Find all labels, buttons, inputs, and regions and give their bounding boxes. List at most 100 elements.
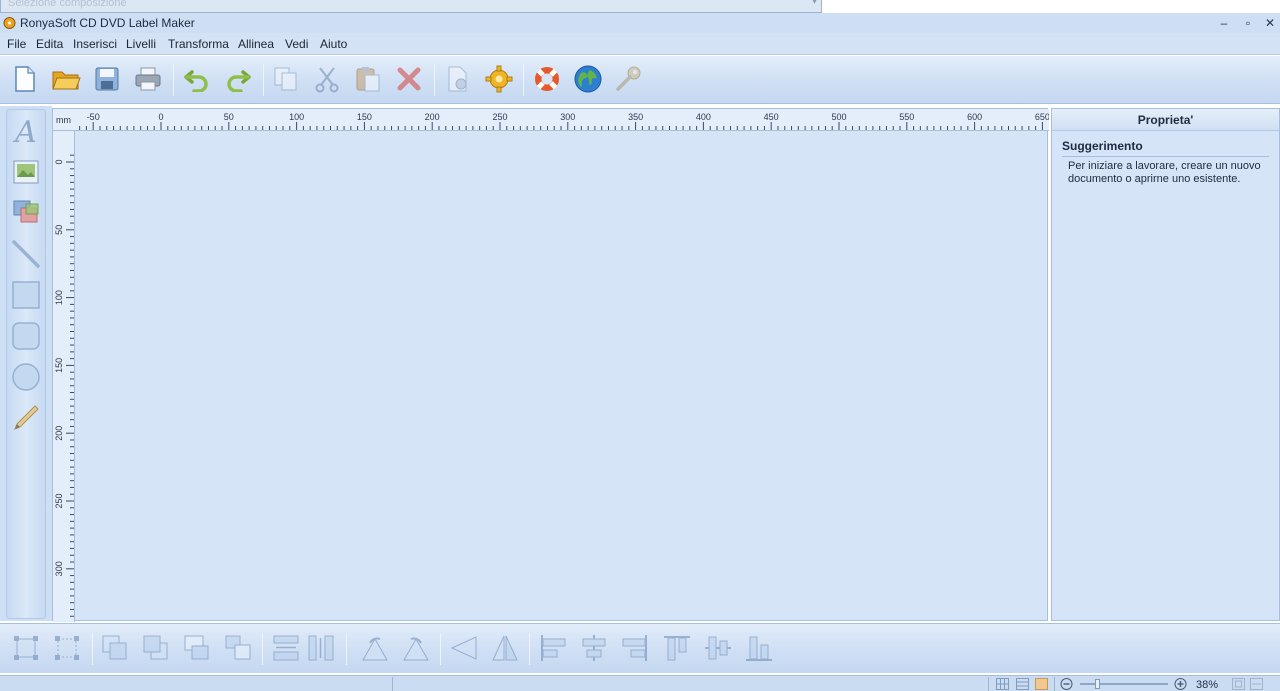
- new-document-icon[interactable]: [8, 62, 42, 96]
- send-backward-icon[interactable]: [220, 631, 256, 665]
- insert-background-icon[interactable]: [8, 196, 44, 230]
- zoom-slider-track[interactable]: [1080, 683, 1168, 685]
- paste-icon[interactable]: [351, 62, 385, 96]
- rounded-rectangle-tool-icon[interactable]: [8, 319, 44, 353]
- rotate-left-icon[interactable]: [357, 631, 393, 665]
- ellipse-tool-icon[interactable]: [8, 360, 44, 394]
- close-button[interactable]: ✕: [1262, 15, 1278, 31]
- ruler-label: 500: [831, 112, 846, 122]
- horizontal-ruler: mm -50 0 50 100 150 200 250 300 350 400 450 500 550 6…: [53, 109, 1049, 131]
- hint-section-title: Suggerimento: [1062, 139, 1269, 157]
- toolbar-separator: [92, 633, 93, 665]
- ruler-label: 0: [158, 112, 163, 122]
- ruler-label: 400: [696, 112, 711, 122]
- maximize-button[interactable]: ▫: [1240, 15, 1256, 31]
- flip-vertical-icon[interactable]: [487, 631, 523, 665]
- composition-selector[interactable]: Selezione composizione ▾: [0, 0, 822, 13]
- save-icon[interactable]: [90, 62, 124, 96]
- align-bottom-icon[interactable]: [741, 631, 777, 665]
- ruler-label: 600: [967, 112, 982, 122]
- toolbar-separator: [440, 633, 441, 665]
- bring-forward-icon[interactable]: [179, 631, 215, 665]
- toolbar-separator: [529, 633, 530, 665]
- ruler-label: 350: [628, 112, 643, 122]
- main-toolbar: [0, 56, 1280, 104]
- ruler-label: 50: [224, 112, 234, 122]
- chevron-down-icon[interactable]: ▾: [812, 0, 817, 7]
- ruler-label: 100: [289, 112, 304, 122]
- fit-page-icon[interactable]: [1232, 678, 1245, 690]
- insert-image-icon[interactable]: [8, 155, 44, 189]
- same-width-icon[interactable]: [268, 631, 304, 665]
- properties-panel: Proprieta' Suggerimento Per iniziare a l…: [1051, 108, 1280, 621]
- send-to-back-icon[interactable]: [138, 631, 174, 665]
- label-canvas[interactable]: [75, 131, 1047, 620]
- align-left-icon[interactable]: [535, 631, 571, 665]
- grid-view-icon[interactable]: [996, 678, 1009, 690]
- text-tool-icon[interactable]: A: [8, 115, 44, 150]
- composition-selector-text: Selezione composizione: [8, 0, 127, 9]
- status-separator: [1054, 677, 1055, 691]
- settings-gear-icon[interactable]: [482, 62, 516, 96]
- align-middle-icon[interactable]: [700, 631, 736, 665]
- ruler-label: 300: [54, 561, 64, 576]
- ruler-label: 200: [54, 426, 64, 441]
- horizontal-ruler-scale: -50 0 50 100 150 200 250 300 350 400 450 500 550 600 6…: [79, 112, 1049, 130]
- print-icon[interactable]: [131, 62, 165, 96]
- same-height-icon[interactable]: [303, 631, 339, 665]
- menu-bar: File Edita Inserisci Livelli Transforma …: [0, 33, 1280, 55]
- rectangle-tool-icon[interactable]: [8, 278, 44, 312]
- arrange-toolbar: [0, 623, 1280, 673]
- guides-view-icon[interactable]: [1016, 678, 1029, 690]
- vertical-ruler-scale: 050100150200250300350: [54, 154, 74, 617]
- align-center-icon[interactable]: [576, 631, 612, 665]
- line-tool-icon[interactable]: [8, 237, 44, 271]
- register-key-icon[interactable]: [612, 62, 646, 96]
- menu-align[interactable]: Allinea: [238, 37, 274, 51]
- pencil-tool-icon[interactable]: [8, 401, 44, 435]
- properties-title: Proprieta': [1052, 109, 1279, 131]
- hint-text: Per iniziare a lavorare, creare un nuovo…: [1068, 160, 1261, 185]
- document-settings-icon[interactable]: [441, 62, 475, 96]
- status-separator: [392, 677, 393, 691]
- menu-edit[interactable]: Edita: [36, 37, 63, 51]
- web-globe-icon[interactable]: [571, 62, 605, 96]
- toolbar-separator: [173, 64, 174, 96]
- help-lifebuoy-icon[interactable]: [530, 62, 564, 96]
- ruler-label: 300: [560, 112, 575, 122]
- ruler-label: 250: [54, 493, 64, 508]
- undo-icon[interactable]: [180, 62, 214, 96]
- cut-icon[interactable]: [310, 62, 344, 96]
- zoom-out-icon[interactable]: [1060, 678, 1073, 690]
- select-ungroup-icon[interactable]: [49, 631, 85, 665]
- menu-help[interactable]: Aiuto: [320, 37, 347, 51]
- menu-layers[interactable]: Livelli: [126, 37, 156, 51]
- ruler-label: 450: [764, 112, 779, 122]
- flip-horizontal-icon[interactable]: [446, 631, 482, 665]
- menu-transform[interactable]: Transforma: [168, 37, 229, 51]
- select-group-icon[interactable]: [8, 631, 44, 665]
- app-logo-icon: [3, 17, 16, 29]
- window-title: RonyaSoft CD DVD Label Maker: [20, 16, 195, 30]
- minimize-button[interactable]: –: [1216, 15, 1232, 31]
- ruler-label: 550: [899, 112, 914, 122]
- ruler-label: 0: [54, 159, 64, 164]
- bring-to-front-icon[interactable]: [97, 631, 133, 665]
- fit-width-icon[interactable]: [1250, 678, 1263, 690]
- menu-insert[interactable]: Inserisci: [73, 37, 117, 51]
- rotate-right-icon[interactable]: [398, 631, 434, 665]
- open-folder-icon[interactable]: [49, 62, 83, 96]
- delete-icon[interactable]: [392, 62, 426, 96]
- design-canvas-area: mm -50 0 50 100 150 200 250 300 350 400 450 500 550 6…: [52, 108, 1049, 622]
- status-separator: [988, 677, 989, 691]
- zoom-slider-handle[interactable]: [1095, 679, 1100, 689]
- page-view-icon[interactable]: [1035, 678, 1048, 690]
- menu-view[interactable]: Vedi: [285, 37, 308, 51]
- align-right-icon[interactable]: [617, 631, 653, 665]
- menu-file[interactable]: File: [7, 37, 26, 51]
- zoom-in-icon[interactable]: [1174, 678, 1187, 690]
- align-top-icon[interactable]: [659, 631, 695, 665]
- toolbar-separator: [434, 64, 435, 96]
- redo-icon[interactable]: [221, 62, 255, 96]
- copy-icon[interactable]: [269, 62, 303, 96]
